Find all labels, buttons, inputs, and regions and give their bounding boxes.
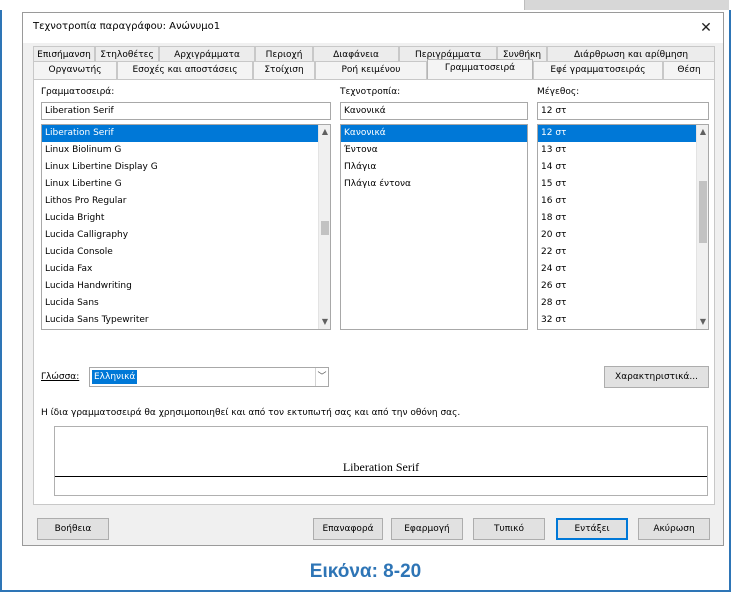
list-item[interactable]: 28 στ — [538, 295, 708, 312]
font-style-list[interactable]: Κανονικά Έντονα Πλάγια Πλάγια έντονα — [340, 124, 528, 330]
scroll-thumb[interactable] — [321, 221, 329, 235]
tab-indents-spacing[interactable]: Εσοχές και αποστάσεις — [117, 61, 253, 79]
chevron-down-icon[interactable]: ▼ — [697, 316, 708, 328]
list-item[interactable]: Lucida Sans — [42, 295, 330, 312]
list-item[interactable]: Lucida Sans Typewriter — [42, 312, 330, 329]
list-item[interactable]: Κανονικά — [341, 125, 527, 142]
tab-font[interactable]: Γραμματοσειρά — [427, 59, 533, 79]
list-item[interactable]: 26 στ — [538, 278, 708, 295]
list-item[interactable]: Lithos Pro Regular — [42, 193, 330, 210]
help-button[interactable]: Βοήθεια — [37, 518, 109, 540]
close-icon[interactable]: ✕ — [695, 17, 717, 39]
list-item[interactable]: 20 στ — [538, 227, 708, 244]
language-select[interactable]: Ελληνικά ﹀ — [89, 367, 329, 387]
language-label: Γλώσσα: — [41, 372, 79, 382]
tab-font-effects[interactable]: Εφέ γραμματοσειράς — [533, 61, 663, 79]
tab-position[interactable]: Θέση — [663, 61, 715, 79]
preview-text-wrap: Liberation Serif — [55, 460, 707, 475]
font-preview: Liberation Serif — [54, 426, 708, 496]
list-item[interactable]: Lucida Console — [42, 244, 330, 261]
list-item[interactable]: 15 στ — [538, 176, 708, 193]
font-family-scrollbar[interactable]: ▲ ▼ — [318, 125, 330, 329]
chevron-up-icon[interactable]: ▲ — [319, 126, 330, 138]
chevron-down-icon[interactable]: ﹀ — [315, 368, 328, 386]
list-item[interactable]: Έντονα — [341, 142, 527, 159]
reset-button[interactable]: Επαναφορά — [313, 518, 383, 540]
font-size-scrollbar[interactable]: ▲ ▼ — [696, 125, 708, 329]
list-item[interactable]: Πλάγια — [341, 159, 527, 176]
list-item[interactable]: 24 στ — [538, 261, 708, 278]
figure-caption: Εικόνα: 8-20 — [309, 561, 422, 582]
font-size-input[interactable]: 12 στ — [537, 102, 709, 120]
font-family-list[interactable]: Liberation Serif Linux Biolinum G Linux … — [41, 124, 331, 330]
list-item[interactable]: Lucida Bright — [42, 210, 330, 227]
info-text: Η ίδια γραμματοσειρά θα χρησιμοποιηθεί κ… — [41, 408, 461, 418]
list-item[interactable]: Linux Libertine Display G — [42, 159, 330, 176]
list-item[interactable]: 18 στ — [538, 210, 708, 227]
list-item[interactable]: 32 στ — [538, 312, 708, 329]
tab-row-2: Οργανωτής Εσοχές και αποστάσεις Στοίχιση… — [33, 59, 715, 79]
dialog-title: Τεχνοτροπία παραγράφου: Ανώνυμο1 — [33, 21, 221, 32]
preview-baseline — [55, 476, 707, 477]
list-item[interactable]: Lucida Fax — [42, 261, 330, 278]
list-item[interactable]: 22 στ — [538, 244, 708, 261]
font-family-label: Γραμματοσειρά: — [41, 87, 115, 97]
features-button[interactable]: Χαρακτηριστικά... — [604, 366, 709, 388]
language-value: Ελληνικά — [92, 370, 138, 384]
list-item[interactable]: Linux Biolinum G — [42, 142, 330, 159]
preview-text: Liberation Serif — [341, 460, 421, 474]
ok-button[interactable]: Εντάξει — [556, 518, 628, 540]
font-size-list[interactable]: 12 στ 13 στ 14 στ 15 στ 16 στ 18 στ 20 σ… — [537, 124, 709, 330]
apply-button[interactable]: Εφαρμογή — [391, 518, 463, 540]
font-size-label: Μέγεθος: — [537, 87, 580, 97]
list-item[interactable]: 12 στ — [538, 125, 708, 142]
cancel-button[interactable]: Ακύρωση — [638, 518, 710, 540]
background-window — [524, 0, 729, 10]
chevron-up-icon[interactable]: ▲ — [697, 126, 708, 138]
list-item[interactable]: Lucida Calligraphy — [42, 227, 330, 244]
tab-alignment[interactable]: Στοίχιση — [253, 61, 315, 79]
paragraph-style-dialog: Τεχνοτροπία παραγράφου: Ανώνυμο1 ✕ Επισή… — [22, 12, 724, 546]
chevron-down-icon[interactable]: ▼ — [319, 316, 330, 328]
scroll-thumb[interactable] — [699, 181, 707, 243]
list-item[interactable]: Lucida Handwriting — [42, 278, 330, 295]
font-style-input[interactable]: Κανονικά — [340, 102, 528, 120]
list-item[interactable]: Liberation Serif — [42, 125, 330, 142]
font-tab-panel: Γραμματοσειρά: Liberation Serif Liberati… — [33, 79, 715, 505]
list-item[interactable]: 16 στ — [538, 193, 708, 210]
tab-text-flow[interactable]: Ροή κειμένου — [315, 61, 427, 79]
standard-button[interactable]: Τυπικό — [473, 518, 545, 540]
font-family-input[interactable]: Liberation Serif — [41, 102, 331, 120]
language-label-text: Γλώσσα: — [41, 372, 80, 382]
list-item[interactable]: 13 στ — [538, 142, 708, 159]
list-item[interactable]: 14 στ — [538, 159, 708, 176]
list-item[interactable]: Linux Libertine G — [42, 176, 330, 193]
list-item[interactable]: Πλάγια έντονα — [341, 176, 527, 193]
font-style-label: Τεχνοτροπία: — [340, 87, 401, 97]
tab-organizer[interactable]: Οργανωτής — [33, 61, 117, 79]
title-bar: Τεχνοτροπία παραγράφου: Ανώνυμο1 ✕ — [23, 13, 723, 43]
